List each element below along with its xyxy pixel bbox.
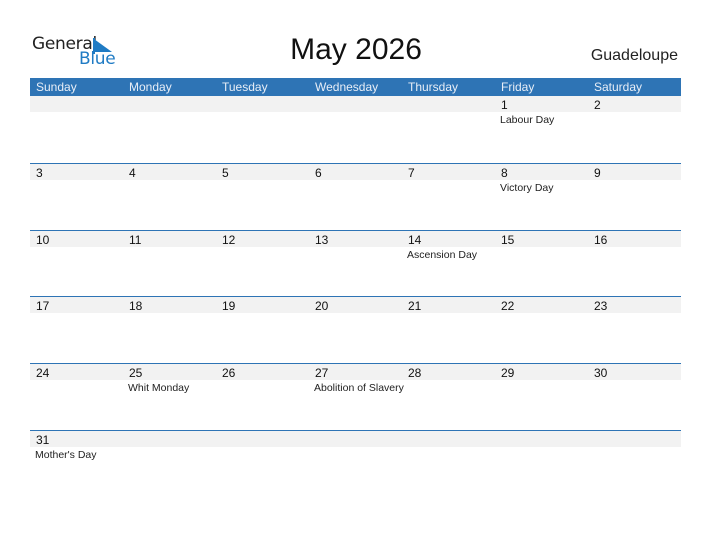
day-cell: 22 (495, 297, 588, 364)
day-cell: 8 Victory Day (495, 164, 588, 231)
day-cell: 2 (588, 96, 681, 163)
holiday-label: Labour Day (500, 114, 555, 126)
day-number: 8 (501, 166, 508, 180)
day-number: 13 (315, 233, 329, 247)
day-number: 7 (408, 166, 415, 180)
day-cell: 4 (123, 164, 216, 231)
day-number: 31 (36, 433, 50, 447)
week-row: 1 Labour Day 2 (30, 96, 681, 163)
weekday-sunday: Sunday (36, 80, 77, 94)
day-number: 23 (594, 299, 608, 313)
day-number: 6 (315, 166, 322, 180)
day-cell: 23 (588, 297, 681, 364)
day-cell: 16 (588, 231, 681, 298)
day-cell: 1 Labour Day (495, 96, 588, 163)
weekday-tuesday: Tuesday (222, 80, 268, 94)
day-cell: 19 (216, 297, 309, 364)
day-number: 25 (129, 366, 143, 380)
day-cell (216, 431, 309, 498)
week-row: 3 4 5 6 7 8 Victory Day 9 (30, 163, 681, 231)
day-cell (402, 431, 495, 498)
day-number: 26 (222, 366, 236, 380)
day-cell: 12 (216, 231, 309, 298)
holiday-label: Victory Day (500, 182, 554, 194)
holiday-label: Whit Monday (128, 382, 190, 394)
holiday-label: Mother's Day (35, 449, 97, 461)
week-row: 17 18 19 20 21 22 23 (30, 296, 681, 364)
day-number: 9 (594, 166, 601, 180)
day-number: 28 (408, 366, 422, 380)
day-cell (309, 96, 402, 163)
day-number: 30 (594, 366, 608, 380)
weekday-monday: Monday (129, 80, 172, 94)
weekday-thursday: Thursday (408, 80, 459, 94)
day-cell (216, 96, 309, 163)
day-cell (402, 96, 495, 163)
weekday-wednesday: Wednesday (315, 80, 379, 94)
day-cell: 10 (30, 231, 123, 298)
day-number: 5 (222, 166, 229, 180)
day-cell: 20 (309, 297, 402, 364)
day-cell: 31 Mother's Day (30, 431, 123, 498)
day-number: 29 (501, 366, 515, 380)
region-label: Guadeloupe (590, 47, 678, 64)
holiday-label: Ascension Day (407, 249, 478, 261)
day-number: 27 (315, 366, 329, 380)
day-number: 24 (36, 366, 50, 380)
day-cell: 14 Ascension Day (402, 231, 495, 298)
day-cell: 28 (402, 364, 495, 431)
day-cell: 24 (30, 364, 123, 431)
day-cell: 5 (216, 164, 309, 231)
day-cell (123, 431, 216, 498)
day-number: 1 (501, 98, 508, 112)
weekday-friday: Friday (501, 80, 535, 94)
day-cell: 30 (588, 364, 681, 431)
day-number: 2 (594, 98, 601, 112)
week-row: 24 25 Whit Monday 26 27 Abolition of Slavery 2… (30, 363, 681, 431)
day-cell: 25 Whit Monday (123, 364, 216, 431)
day-cell: 26 (216, 364, 309, 431)
week-row: 31 Mother's Day (30, 430, 681, 498)
day-cell: 27 Abolition of Slavery (309, 364, 404, 431)
day-number: 11 (129, 233, 142, 247)
day-cell (30, 96, 123, 163)
day-number: 4 (129, 166, 136, 180)
day-cell: 18 (123, 297, 216, 364)
day-cell: 29 (495, 364, 588, 431)
day-number: 10 (36, 233, 50, 247)
weekday-header: Sunday Monday Tuesday Wednesday Thursday… (30, 78, 681, 96)
day-number: 18 (129, 299, 143, 313)
day-cell: 7 (402, 164, 495, 231)
day-cell (495, 431, 588, 498)
day-number: 12 (222, 233, 236, 247)
day-number: 15 (501, 233, 515, 247)
day-cell (588, 431, 681, 498)
day-cell: 11 (123, 231, 216, 298)
day-cell: 15 (495, 231, 588, 298)
day-cell: 13 (309, 231, 402, 298)
day-cell (309, 431, 402, 498)
day-number: 14 (408, 233, 422, 247)
week-row: 10 11 12 13 14 Ascension Day 15 16 (30, 230, 681, 298)
day-number: 16 (594, 233, 608, 247)
day-number: 17 (36, 299, 50, 313)
holiday-label: Abolition of Slavery (314, 382, 404, 394)
day-number: 21 (408, 299, 422, 313)
day-cell: 21 (402, 297, 495, 364)
day-number: 19 (222, 299, 236, 313)
day-cell: 17 (30, 297, 123, 364)
day-cell (123, 96, 216, 163)
day-number: 3 (36, 166, 43, 180)
weekday-saturday: Saturday (594, 80, 643, 94)
day-number: 22 (501, 299, 515, 313)
day-cell: 3 (30, 164, 123, 231)
day-number: 20 (315, 299, 329, 313)
day-cell: 6 (309, 164, 402, 231)
day-cell: 9 (588, 164, 681, 231)
